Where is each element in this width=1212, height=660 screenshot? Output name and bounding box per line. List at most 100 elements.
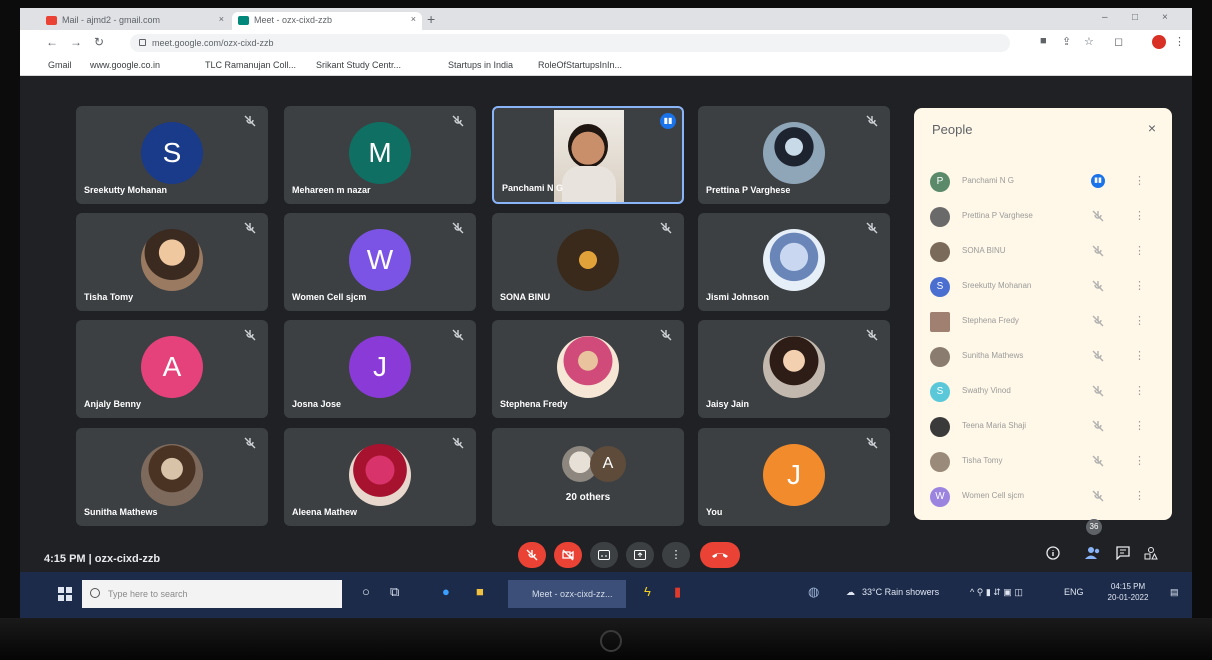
chat-button[interactable] [1112, 542, 1134, 564]
more-options-icon[interactable]: ⋮ [1134, 454, 1145, 467]
avatar: M [349, 122, 411, 184]
others-tile[interactable]: A 20 others [492, 428, 684, 526]
reload-icon[interactable]: ↻ [94, 35, 104, 49]
captions-button[interactable] [590, 542, 618, 568]
taskbar-clock[interactable]: 04:15 PM 20-01-2022 [1098, 581, 1158, 603]
address-bar[interactable]: meet.google.com/ozx-cixd-zzb [130, 34, 1010, 52]
maximize-button[interactable]: □ [1132, 12, 1138, 23]
taskbar-chrome-meet[interactable]: Meet - ozx-cixd-zz... [508, 580, 626, 608]
bookmark-srikant[interactable]: Srikant Study Centr... [316, 60, 401, 70]
people-list-item[interactable]: S Sreekutty Mohanan ⋮ [914, 271, 1172, 305]
more-options-icon[interactable]: ⋮ [1134, 209, 1145, 222]
meeting-time-and-code: 4:15 PM | ozx-cixd-zzb [44, 553, 161, 565]
close-icon[interactable]: × [1148, 120, 1156, 136]
participant-tile[interactable]: Prettina P Varghese [698, 106, 890, 204]
profile-avatar[interactable] [1152, 35, 1166, 49]
avatar-photo [930, 347, 950, 367]
avatar-photo [763, 229, 825, 291]
share-icon[interactable]: ⇪ [1062, 35, 1071, 48]
bookmark-gmail[interactable]: Gmail [48, 60, 72, 70]
people-list-item[interactable]: Stephena Fredy ⋮ [914, 306, 1172, 340]
bookmark-role[interactable]: RoleOfStartupsInIn... [538, 60, 622, 70]
mic-off-icon [244, 222, 256, 234]
present-button[interactable] [626, 542, 654, 568]
file-explorer-icon[interactable]: ■ [476, 584, 484, 599]
taskbar-search-input[interactable]: Type here to search [82, 580, 342, 608]
participant-tile-active-speaker[interactable]: ▮▮ Panchami N G [492, 106, 684, 204]
participant-tile[interactable]: Stephena Fredy [492, 320, 684, 418]
close-window-button[interactable]: × [1162, 12, 1168, 23]
participant-tile[interactable]: Jaisy Jain [698, 320, 890, 418]
task-view-icon[interactable]: ⧉ [390, 584, 399, 600]
people-list-item[interactable]: S Swathy Vinod ⋮ [914, 376, 1172, 410]
tray-icons[interactable]: ^ ⚲ ▮ ⇵ ▣ ◫ [970, 587, 1023, 598]
meet-stage: S Sreekutty Mohanan M Mehareen m nazar ▮… [20, 76, 1192, 618]
forward-icon[interactable]: → [70, 35, 82, 49]
notifications-icon[interactable]: ▤ [1170, 587, 1179, 598]
tab-meet[interactable]: Meet - ozx-cixd-zzb × [232, 12, 422, 30]
activities-button[interactable] [1140, 542, 1162, 564]
people-list-item[interactable]: Prettina P Varghese ⋮ [914, 201, 1172, 235]
tab-gmail[interactable]: Mail - ajmd2 - gmail.com × [40, 12, 230, 30]
app-icon[interactable]: ◍ [808, 584, 819, 600]
participant-tile[interactable]: M Mehareen m nazar [284, 106, 476, 204]
winamp-icon[interactable]: ϟ [644, 584, 651, 599]
back-icon[interactable]: ← [46, 35, 58, 49]
more-options-icon[interactable]: ⋮ [1134, 314, 1145, 327]
more-options-icon[interactable]: ⋮ [1134, 349, 1145, 362]
people-button[interactable] [1082, 542, 1104, 564]
meet-icon [238, 16, 249, 25]
participant-name: Women Cell sjcm [292, 292, 367, 302]
participant-tile[interactable]: Aleena Mathew [284, 428, 476, 526]
extensions-icon[interactable]: ◻ [1114, 35, 1123, 48]
more-options-icon[interactable]: ⋮ [1134, 279, 1145, 292]
meeting-details-button[interactable] [1042, 542, 1064, 564]
input-language[interactable]: ENG [1064, 587, 1084, 597]
people-list-item[interactable]: Tisha Tomy ⋮ [914, 446, 1172, 480]
participant-tile[interactable]: Jismi Johnson [698, 213, 890, 311]
windows-start-icon[interactable] [58, 587, 72, 601]
people-list-item[interactable]: P Panchami N G ▮▮ ⋮ [914, 166, 1172, 200]
bookmark-google[interactable]: www.google.co.in [90, 60, 160, 70]
tab-close-icon[interactable]: × [219, 14, 224, 24]
more-options-button[interactable]: ⋮ [662, 542, 690, 568]
minimize-button[interactable]: – [1102, 12, 1108, 23]
self-tile[interactable]: J You [698, 428, 890, 526]
more-options-icon[interactable]: ⋮ [1134, 174, 1145, 187]
office-icon[interactable]: ▮ [674, 584, 681, 600]
cortana-icon[interactable]: ○ [362, 584, 370, 599]
browser-tabstrip: Mail - ajmd2 - gmail.com × Meet - ozx-ci… [20, 8, 1192, 30]
new-tab-button[interactable]: + [427, 11, 435, 27]
people-panel: People × P Panchami N G ▮▮ ⋮ Prettina P … [914, 108, 1172, 520]
more-options-icon[interactable]: ⋮ [1134, 244, 1145, 257]
edge-icon[interactable]: ● [442, 584, 450, 599]
more-options-icon[interactable]: ⋮ [1134, 419, 1145, 432]
people-list-item[interactable]: Sunitha Mathews ⋮ [914, 341, 1172, 375]
menu-icon[interactable]: ⋮ [1174, 35, 1185, 48]
people-list-item[interactable]: SONA BINU ⋮ [914, 236, 1172, 270]
leave-call-button[interactable] [700, 542, 740, 568]
star-icon[interactable]: ☆ [1084, 35, 1094, 48]
activities-icon [1144, 547, 1158, 560]
camera-indicator-icon[interactable]: ■ [1040, 35, 1047, 47]
tab-close-icon[interactable]: × [411, 14, 416, 24]
participant-tile[interactable]: W Women Cell sjcm [284, 213, 476, 311]
person-name: Prettina P Varghese [962, 211, 1033, 220]
participant-tile[interactable]: Tisha Tomy [76, 213, 268, 311]
participant-tile[interactable]: S Sreekutty Mohanan [76, 106, 268, 204]
mic-toggle-button[interactable] [518, 542, 546, 568]
participant-tile[interactable]: J Josna Jose [284, 320, 476, 418]
participant-tile[interactable]: Sunitha Mathews [76, 428, 268, 526]
more-options-icon[interactable]: ⋮ [1134, 489, 1145, 502]
participant-tile[interactable]: A Anjaly Benny [76, 320, 268, 418]
bookmark-tlc[interactable]: TLC Ramanujan Coll... [205, 60, 296, 70]
people-list-item[interactable]: Teena Maria Shaji ⋮ [914, 411, 1172, 445]
participant-name: Mehareen m nazar [292, 185, 371, 195]
camera-toggle-button[interactable] [554, 542, 582, 568]
weather-text[interactable]: 33°C Rain showers [862, 587, 939, 597]
bookmark-startups[interactable]: Startups in India [448, 60, 513, 70]
people-list-item[interactable]: W Women Cell sjcm ⋮ [914, 481, 1172, 515]
mic-off-icon [1092, 420, 1104, 432]
more-options-icon[interactable]: ⋮ [1134, 384, 1145, 397]
participant-tile[interactable]: SONA BINU [492, 213, 684, 311]
